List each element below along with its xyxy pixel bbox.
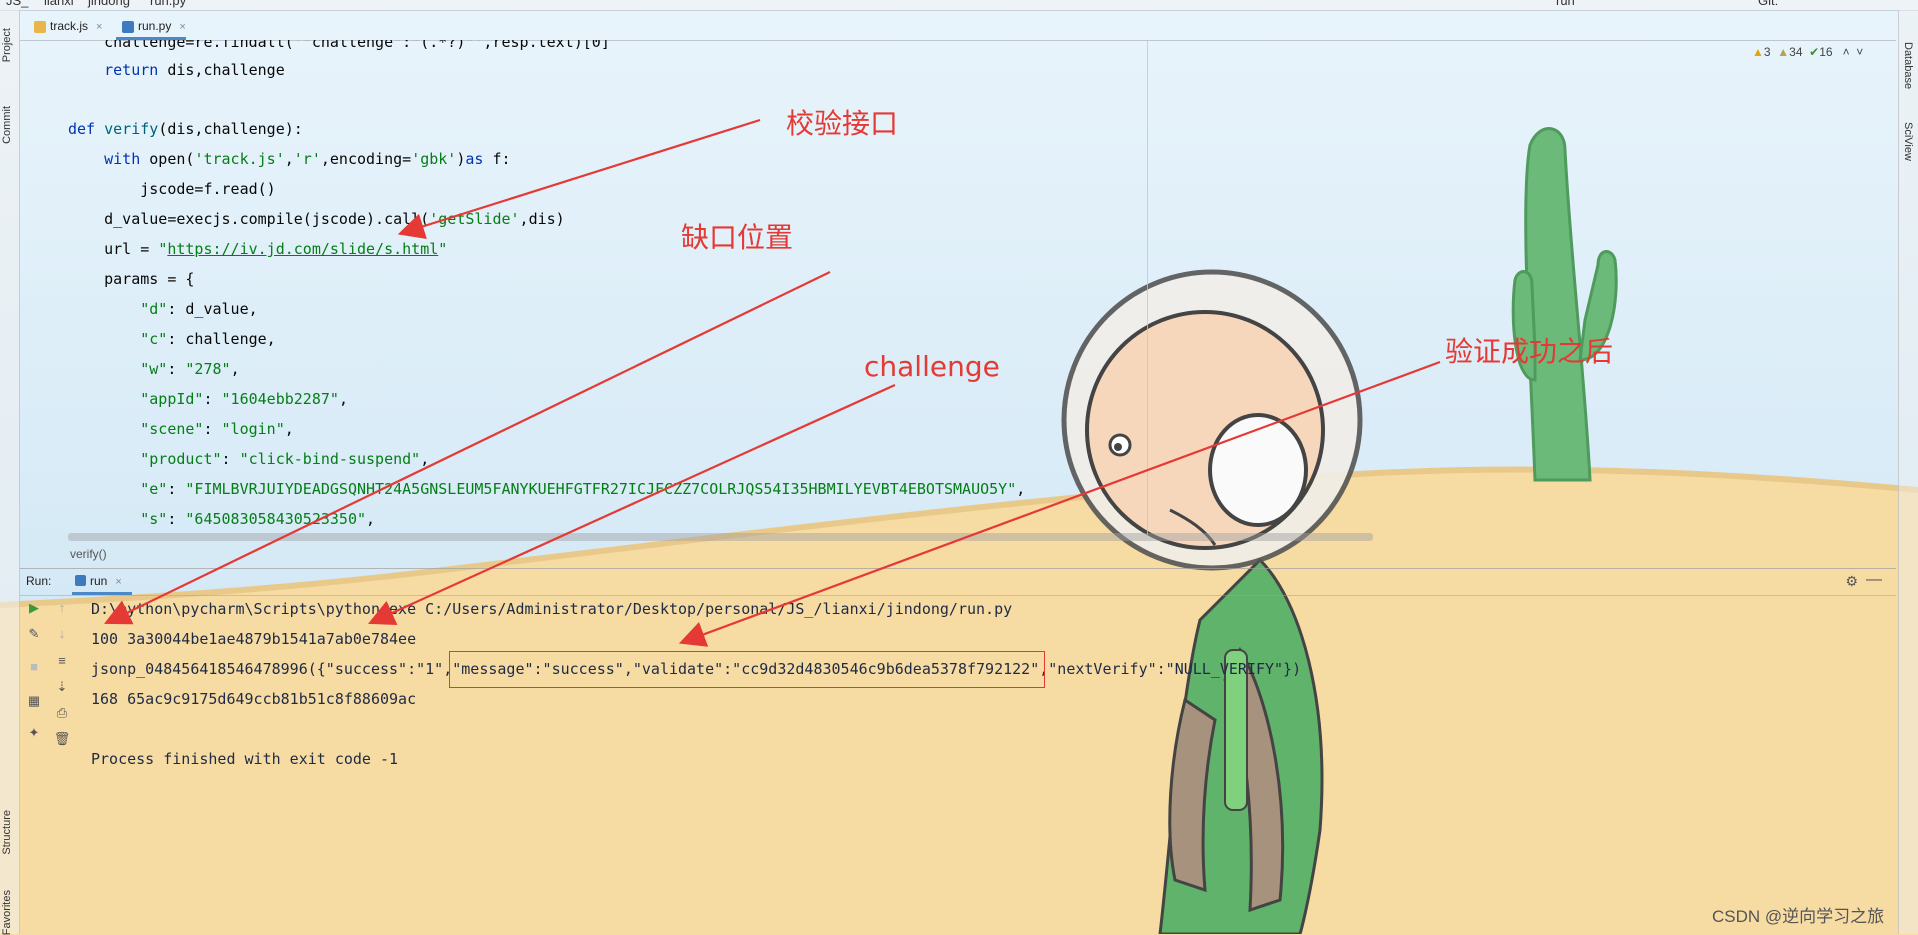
code-line: url = "https://iv.jd.com/slide/s.html" xyxy=(68,240,448,258)
code-line: d_value=execjs.compile(jscode).call('get… xyxy=(68,210,565,228)
watermark: CSDN @逆向学习之旅 xyxy=(1712,907,1885,926)
project-tool-button[interactable]: Project xyxy=(1,28,13,62)
js-file-icon xyxy=(34,21,46,33)
left-tool-window-bar: Project Commit Structure Favorites xyxy=(0,10,20,935)
favorites-tool-button[interactable]: Favorites xyxy=(1,890,13,935)
code-line: "d": d_value, xyxy=(68,300,258,318)
run-panel-header: Run: run × ⚙ — xyxy=(20,568,1896,596)
editor-gutter[interactable] xyxy=(20,40,68,535)
warning-count: 3 xyxy=(1763,45,1771,59)
code-editor[interactable]: challenge=re.findall('"challenge":"(.*?)… xyxy=(68,40,1146,535)
pin-icon[interactable]: ✦ xyxy=(25,724,43,742)
tab-track-js[interactable]: track.js × xyxy=(28,13,102,40)
weak-warning-count: 34 xyxy=(1789,45,1803,59)
console-line: D:\python\pycharm\Scripts\python.exe C:/… xyxy=(91,600,1013,618)
code-line: "appId": "1604ebb2287", xyxy=(68,390,348,408)
tab-label: run.py xyxy=(138,19,172,33)
breadcrumb-folder[interactable]: lianxi xyxy=(44,0,74,8)
code-line: "e": "FIMLBVRJUIYDEADGSQNHT24A5GNSLEUM5F… xyxy=(68,480,1026,498)
database-tool-button[interactable]: Database xyxy=(1902,42,1914,89)
code-line: jscode=f.read() xyxy=(68,180,276,198)
arrow-up-icon[interactable]: ↑ xyxy=(53,599,71,617)
wrench-icon[interactable]: ✎ xyxy=(25,625,43,643)
tab-run-py[interactable]: run.py × xyxy=(116,13,186,40)
weak-warning-icon: ▲ xyxy=(1777,45,1790,59)
layout-icon[interactable]: ▦ xyxy=(25,692,43,710)
right-margin-guide xyxy=(1147,40,1148,535)
console-line: 100 3a30044be1ae4879b1541a7ab0e784ee xyxy=(91,630,417,648)
inspection-widget[interactable]: ▲3 ▲34 ✔16 ˄ ˅ xyxy=(1752,45,1863,59)
code-line: "product": "click-bind-suspend", xyxy=(68,450,430,468)
right-tool-window-bar: Database SciView xyxy=(1898,10,1918,934)
horizontal-scrollbar[interactable] xyxy=(68,533,1373,541)
close-icon[interactable]: × xyxy=(115,576,121,588)
code-line: "c": challenge, xyxy=(68,330,276,348)
annotation-after-success: 验证成功之后 xyxy=(1445,335,1614,368)
close-icon[interactable]: × xyxy=(179,21,185,33)
run-tab[interactable]: run × xyxy=(72,569,132,595)
code-line: return dis,challenge xyxy=(104,61,285,79)
structure-tool-button[interactable]: Structure xyxy=(1,810,13,855)
commit-tool-button[interactable]: Commit xyxy=(1,106,13,144)
git-label: Git: xyxy=(1758,0,1779,8)
run-panel-label: Run: xyxy=(26,574,52,588)
url-link[interactable]: https://iv.jd.com/slide/s.html xyxy=(167,240,438,258)
arrow-down-icon[interactable]: ↓ xyxy=(53,625,71,643)
gear-icon[interactable]: ⚙ xyxy=(1845,573,1858,590)
code-line: def verify(dis,challenge): xyxy=(68,120,303,138)
python-file-icon xyxy=(75,575,86,586)
run-config-select[interactable]: run xyxy=(1556,0,1575,8)
console-line: Process finished with exit code -1 xyxy=(91,750,399,768)
typo-count: 16 xyxy=(1819,45,1833,59)
code-line: "s": "645083058430523350", xyxy=(68,510,376,528)
soft-wrap-icon[interactable]: ≡ xyxy=(53,652,71,670)
editor-breadcrumb[interactable]: verify() xyxy=(70,547,107,561)
editor-tab-bar: track.js × run.py × xyxy=(20,13,1896,41)
close-icon[interactable]: × xyxy=(96,21,102,33)
breadcrumb-file[interactable]: run.py xyxy=(150,0,186,8)
hide-panel-icon[interactable]: — xyxy=(1866,571,1882,589)
annotation-challenge: challenge xyxy=(864,350,1000,383)
chevron-down-icon[interactable]: ˅ xyxy=(1856,45,1863,59)
run-tab-label: run xyxy=(90,574,108,588)
warning-icon: ▲ xyxy=(1752,45,1764,59)
rerun-icon[interactable]: ▶ xyxy=(25,599,43,617)
code-line: params = { xyxy=(68,270,195,288)
navigation-breadcrumb: JS_ lianxi jindong run.py run Git: xyxy=(0,0,1918,11)
scroll-to-end-icon[interactable]: ⇣ xyxy=(53,678,71,696)
code-line: "scene": "login", xyxy=(68,420,294,438)
stop-icon[interactable]: ■ xyxy=(25,658,43,676)
print-icon[interactable]: ⎙ xyxy=(53,704,71,722)
highlight-box xyxy=(449,651,1045,688)
chevron-up-icon[interactable]: ˄ xyxy=(1843,45,1850,59)
annotation-verify-api: 校验接口 xyxy=(786,107,899,140)
code-line: "w": "278", xyxy=(68,360,240,378)
check-icon: ✔ xyxy=(1809,45,1820,59)
trash-icon[interactable]: 🗑 xyxy=(53,730,71,748)
console-line: 168 65ac9c9175d649ccb81b51c8f88609ac xyxy=(91,690,417,708)
python-file-icon xyxy=(122,21,134,33)
tab-label: track.js xyxy=(50,19,89,33)
breadcrumb-subfolder[interactable]: jindong xyxy=(88,0,130,8)
breadcrumb-root[interactable]: JS_ xyxy=(6,0,28,8)
sciview-tool-button[interactable]: SciView xyxy=(1902,122,1914,161)
annotation-gap-position: 缺口位置 xyxy=(681,221,794,254)
code-line: with open('track.js','r',encoding='gbk')… xyxy=(104,150,511,168)
